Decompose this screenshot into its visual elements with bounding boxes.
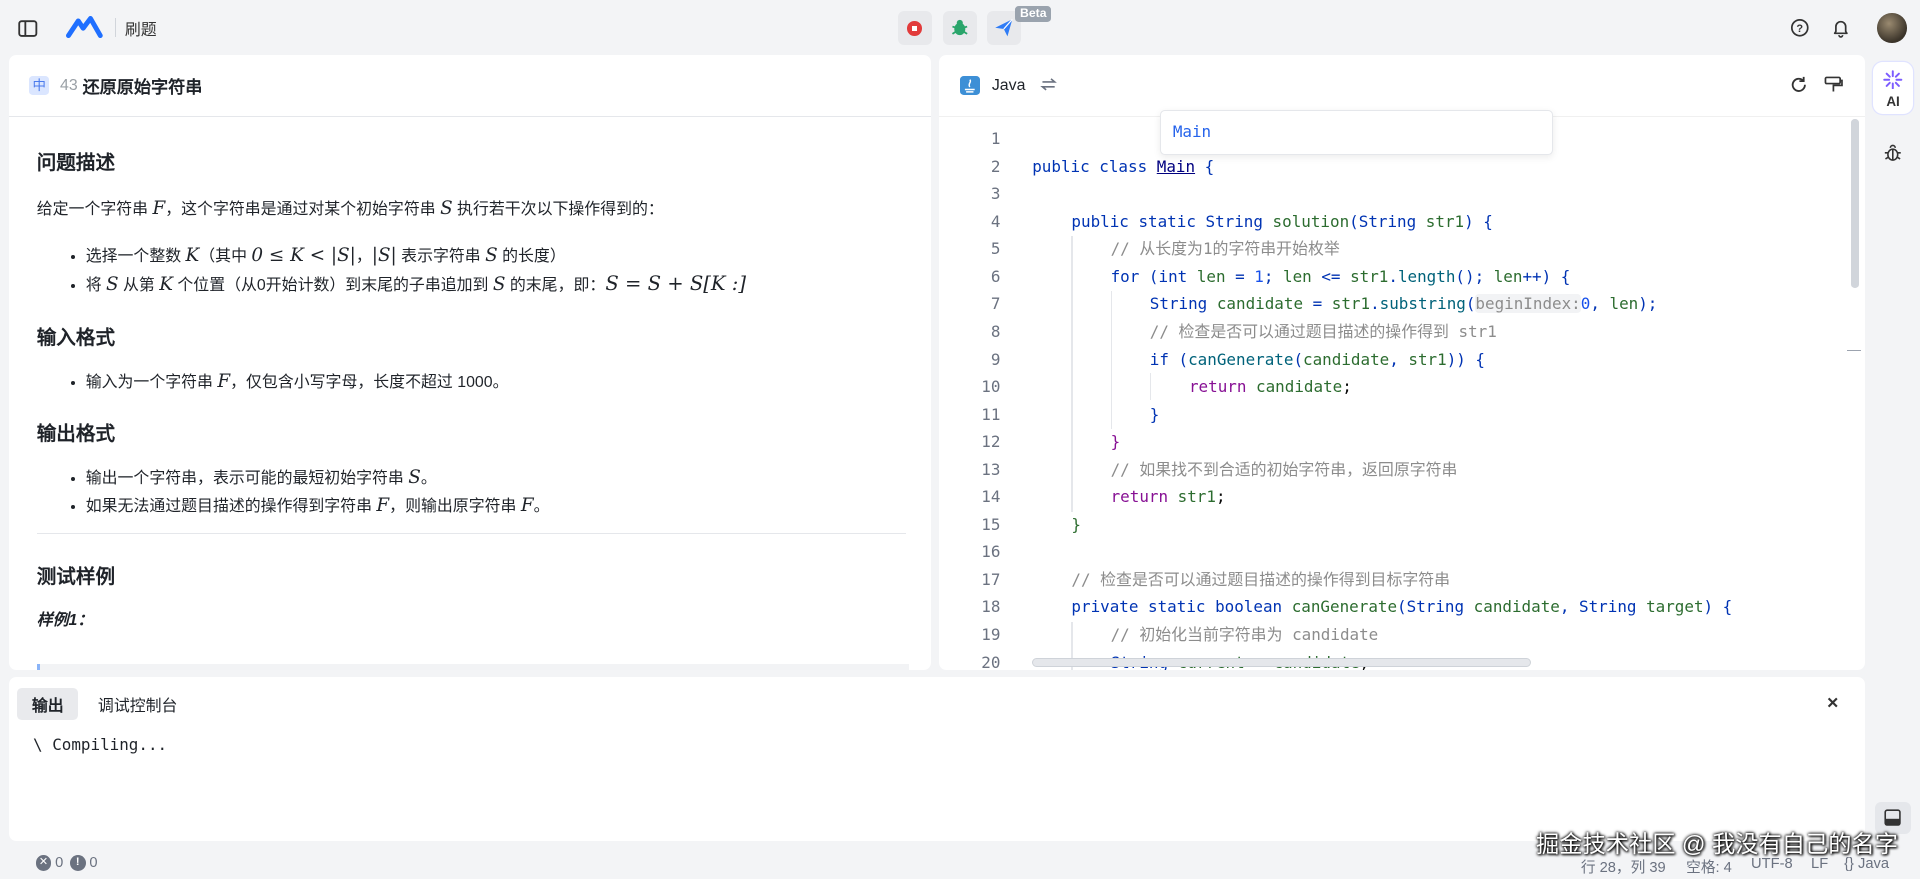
bug-icon <box>952 20 968 36</box>
debug-button[interactable] <box>942 11 978 46</box>
console-output: \ Compiling... <box>33 734 168 754</box>
indent-setting[interactable]: 空格: 4 <box>1686 856 1732 877</box>
problem-title: 还原原始字符串 <box>82 77 203 98</box>
output-heading: 输出格式 <box>36 423 116 446</box>
code-line: 4 public static String solution(String st… <box>990 211 1493 231</box>
right-rail: AI <box>1871 55 1915 845</box>
code-line: 11} <box>981 404 1160 424</box>
code-line: 8// 检查是否可以通过题目描述的操作得到 str1 <box>990 321 1497 341</box>
example-block-edge <box>36 663 910 670</box>
desc-heading: 问题描述 <box>36 152 116 175</box>
horizontal-scrollbar[interactable] <box>1032 657 1532 667</box>
code-line: 10 return candidate; <box>981 377 1352 397</box>
ai-assistant-button[interactable]: AI <box>1873 62 1913 114</box>
encoding[interactable]: UTF-8 <box>1751 856 1793 872</box>
notification-bell-icon[interactable] <box>1829 17 1851 39</box>
watermark: 掘金技术社区 @ 我没有自己的名字 <box>1535 831 1898 858</box>
warning-count: 0 <box>89 854 98 871</box>
code-line: 7 String candidate = str1.substring(begin… <box>990 294 1658 314</box>
cursor-position[interactable]: 行 28，列 39 <box>1581 856 1666 877</box>
output-tabs: 输出 调试控制台 <box>9 677 1865 731</box>
code-line: 6 for (int len = 1; len <= str1.length();… <box>990 266 1571 286</box>
vertical-scrollbar[interactable] <box>1851 118 1859 288</box>
svg-text:?: ? <box>1797 23 1804 35</box>
code-line: 13// 如果找不到合适的初始字符串，返回原字符串 <box>981 459 1458 479</box>
warning-icon[interactable]: ! <box>69 854 86 871</box>
java-icon <box>960 75 980 96</box>
input-heading: 输入格式 <box>36 326 116 349</box>
avatar[interactable] <box>1877 13 1907 43</box>
beta-badge: Beta <box>1015 6 1052 23</box>
difficulty-badge: 中 <box>29 75 49 96</box>
code-line: 17// 检查是否可以通过题目描述的操作得到目标字符串 <box>981 569 1451 589</box>
app-logo[interactable] <box>66 15 103 39</box>
indent-guide <box>1110 291 1112 429</box>
problem-content: 问题描述 给定一个字符串 F，这个字符串是通过对某个初始字符串 S 执行若干次以… <box>9 150 931 634</box>
input-list: 输入为一个字符串 F，仅包含小写字母，长度不超过 1000。 <box>37 369 906 397</box>
desc-intro: 给定一个字符串 F，这个字符串是通过对某个初始字符串 S 执行若干次以下操作得到… <box>36 197 664 219</box>
ai-label: AI <box>1886 94 1900 110</box>
error-icon[interactable]: ✕ <box>35 854 52 871</box>
reset-code-icon[interactable] <box>1789 75 1809 101</box>
list-item: 将 S 从第 K 个位置（从0开始计数）到末尾的子串追加到 S 的末尾，即：S … <box>86 271 906 300</box>
send-icon <box>995 19 1014 37</box>
code-line: 2 public class Main { <box>990 156 1215 176</box>
language-selector[interactable]: Java <box>992 77 1026 95</box>
code-line: 3 <box>990 184 1001 204</box>
code-line: 5// 从长度为1的字符串开始枚举 <box>990 239 1340 259</box>
stop-button[interactable] <box>897 11 932 46</box>
language-mode[interactable]: {} Java <box>1844 856 1889 872</box>
code-line: 15} <box>981 514 1081 534</box>
swap-arrows-icon[interactable] <box>1040 74 1057 97</box>
code-line: 9 if (canGenerate(candidate, str1)) { <box>990 349 1485 369</box>
list-item: 输出一个字符串，表示可能的最短初始字符串 S。 <box>86 465 906 493</box>
sparkle-icon <box>1883 70 1903 90</box>
tests-heading: 测试样例 <box>36 565 116 588</box>
debug-rail-icon[interactable] <box>1883 143 1903 169</box>
help-icon[interactable]: ? <box>1789 17 1811 39</box>
app-title: 刷题 <box>124 22 157 40</box>
editor-header: Java <box>939 55 1865 118</box>
list-item: 如果无法通过题目描述的操作得到字符串 F，则输出原字符串 F。 <box>86 493 906 521</box>
code-line: 14 return str1; <box>981 487 1226 507</box>
scroll-marker <box>1846 350 1862 352</box>
code-line: 16 <box>981 542 1001 562</box>
list-item: 输入为一个字符串 F，仅包含小写字母，长度不超过 1000。 <box>86 369 906 397</box>
code-line: 18 private static boolean canGenerate(Str… <box>981 597 1733 617</box>
stop-icon <box>907 20 923 36</box>
code-line: 19// 初始化当前字符串为 candidate <box>981 625 1379 645</box>
sidebar-toggle-icon[interactable] <box>17 17 39 39</box>
problem-header: 中 43 还原原始字符串 <box>8 55 931 118</box>
code-line: 12} <box>981 432 1121 452</box>
indent-guide <box>1149 373 1152 401</box>
error-count: 0 <box>55 854 64 871</box>
close-output-icon[interactable]: × <box>1827 693 1838 714</box>
tab-output[interactable]: 输出 <box>17 687 79 721</box>
tab-debug-console[interactable]: 调试控制台 <box>83 688 192 721</box>
line-ending[interactable]: LF <box>1811 856 1828 872</box>
example-1-label: 样例1： <box>36 611 94 629</box>
problem-panel: 中 43 还原原始字符串 问题描述 给定一个字符串 F，这个字符串是通过对某个初… <box>8 55 931 670</box>
status-bar: ✕ 0 ! 0 掘金技术社区 @ 我没有自己的名字 行 28，列 39 空格: … <box>0 831 1920 879</box>
output-list: 输出一个字符串，表示可能的最短初始字符串 S。 如果无法通过题目描述的操作得到字… <box>37 465 906 521</box>
indent-guide <box>1071 236 1073 512</box>
editor-panel: Java 1 2 public class Main { 3 4 public st… <box>939 55 1865 670</box>
list-item: 选择一个整数 K（其中 0 ≤ K < |S|，|S| 表示字符串 S 的长度） <box>86 243 906 271</box>
autocomplete-item[interactable]: Main <box>1173 122 1211 141</box>
autocomplete-popup[interactable]: Main <box>1159 110 1554 156</box>
problem-number: 43 <box>59 76 78 94</box>
title-divider <box>115 18 117 37</box>
operation-list: 选择一个整数 K（其中 0 ≤ K < |S|，|S| 表示字符串 S 的长度）… <box>37 243 906 300</box>
top-bar: 刷题 Beta ? <box>0 0 1920 56</box>
section-divider <box>36 533 907 535</box>
format-code-icon[interactable] <box>1823 75 1844 101</box>
output-panel: 输出 调试控制台 × \ Compiling... <box>8 677 1865 842</box>
